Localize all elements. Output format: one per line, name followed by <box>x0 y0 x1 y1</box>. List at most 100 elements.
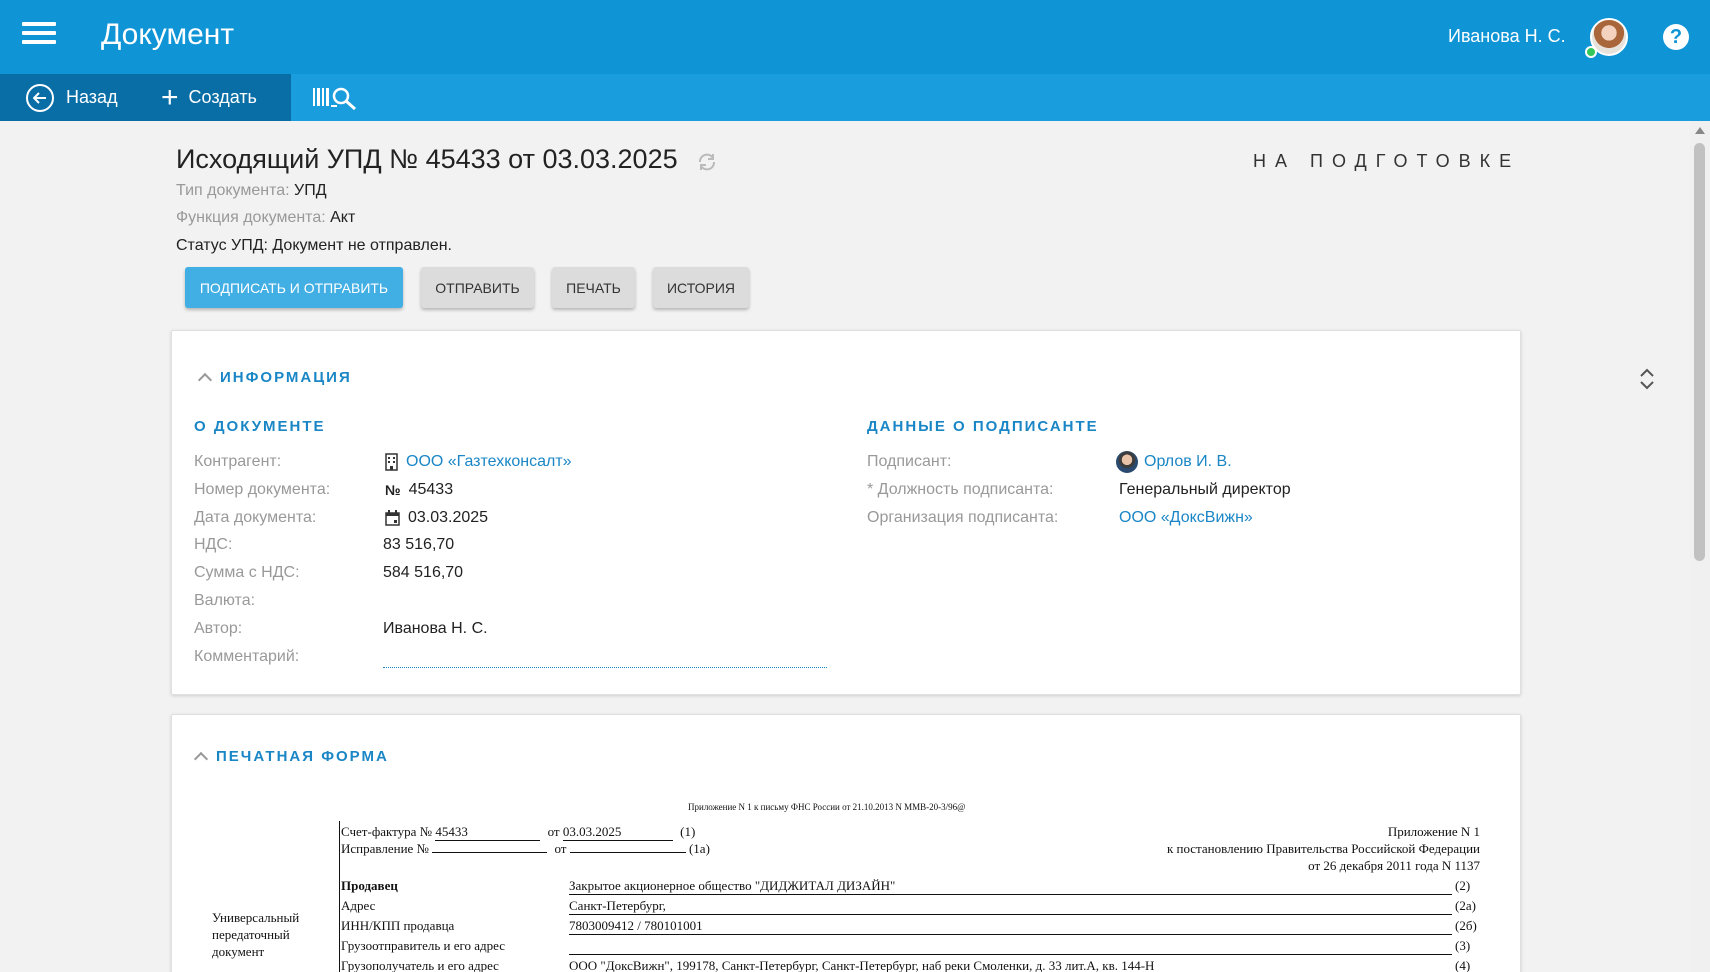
doc-number-label: Номер документа: <box>194 481 331 498</box>
doc-type-row: Тип документа: УПД <box>176 182 327 200</box>
consignee-code: (4) <box>1455 958 1471 972</box>
calendar-icon <box>385 510 400 526</box>
number-sign-icon: № <box>385 482 401 498</box>
upd-label-1: Универсальный <box>212 910 300 925</box>
upd-status: Статус УПД: Документ не отправлен. <box>176 237 452 254</box>
signer-avatar <box>1116 451 1138 473</box>
vat-label: НДС: <box>194 536 233 553</box>
doc-date-label: Дата документа: <box>194 509 317 526</box>
sign-and-send-button[interactable]: Подписать и отправить <box>185 267 403 308</box>
sum-value: 584 516,70 <box>383 564 464 581</box>
scroll-up-arrow-icon[interactable] <box>1695 127 1705 134</box>
counterparty-link[interactable]: ООО «Газтехконсалт» <box>406 453 572 471</box>
info-card: ИНФОРМАЦИЯ О ДОКУМЕНТЕ ДАННЫЕ О ПОДПИСАН… <box>171 330 1654 695</box>
online-status-icon <box>1585 46 1597 58</box>
invoice-number: 45433 <box>435 824 541 841</box>
doc-number-value: 45433 <box>408 481 454 498</box>
shipper-code: (3) <box>1455 938 1471 953</box>
app-title: Документ <box>101 18 235 51</box>
shipper-underline <box>569 954 1452 955</box>
plus-icon: + <box>161 80 179 114</box>
consignee-label: Грузополучатель и его адрес <box>341 958 499 972</box>
correction-from-label: от <box>554 841 567 856</box>
menu-icon[interactable] <box>22 22 56 48</box>
doc-type-value: УПД <box>294 182 327 199</box>
print-form-title: ПЕЧАТНАЯ ФОРМА <box>216 748 389 765</box>
create-label: Создать <box>188 87 257 107</box>
code-1: (1) <box>680 824 696 839</box>
signer-position-label: * Должность подписанта: <box>867 481 1054 498</box>
seller-label: Продавец <box>341 878 398 893</box>
toolbar: Назад + Создать <box>0 74 1710 121</box>
arrow-left-icon <box>26 83 54 112</box>
appendix-right-3: от 26 декабря 2011 года N 1137 <box>1308 858 1480 873</box>
seller-code: (2) <box>1455 878 1471 893</box>
correction-line: Исправление № от (1а) <box>341 841 710 857</box>
inn-label: ИНН/КПП продавца <box>341 918 455 933</box>
comment-input[interactable] <box>383 667 827 668</box>
signer-section-title: ДАННЫЕ О ПОДПИСАНТЕ <box>867 418 1099 435</box>
app-bar: Документ Иванова Н. С. ? <box>0 0 1710 74</box>
expand-collapse-icon[interactable] <box>1639 367 1655 391</box>
back-button[interactable]: Назад <box>26 74 118 121</box>
consignee-value: ООО "ДоксВижн", 199178, Санкт-Петербург,… <box>569 958 1155 972</box>
back-label: Назад <box>66 87 118 107</box>
doc-function-value: Акт <box>330 209 356 226</box>
signer-value-row: Орлов И. В. <box>1116 451 1232 473</box>
signer-org-label: Организация подписанта: <box>867 509 1059 526</box>
info-section-title: ИНФОРМАЦИЯ <box>220 369 352 386</box>
refresh-icon[interactable] <box>696 151 718 173</box>
comment-label: Комментарий: <box>194 648 300 665</box>
help-icon[interactable]: ? <box>1663 24 1689 50</box>
scroll-thumb[interactable] <box>1694 143 1705 561</box>
signer-position-value: Генеральный директор <box>1119 481 1291 498</box>
print-form-card: ПЕЧАТНАЯ ФОРМА Приложение N 1 к письму Ф… <box>171 714 1521 972</box>
invoice-from-label: от <box>547 824 560 839</box>
seller-underline <box>569 894 1452 895</box>
scrollbar[interactable] <box>1690 121 1710 972</box>
history-button[interactable]: История <box>653 267 749 308</box>
upd-label-3: документ <box>212 944 265 959</box>
info-section-toggle[interactable]: ИНФОРМАЦИЯ <box>197 369 352 388</box>
chevron-up-icon <box>197 372 213 388</box>
counterparty-label: Контрагент: <box>194 453 282 470</box>
doc-number-row: № 45433 <box>385 481 453 499</box>
code-1a: (1а) <box>688 841 710 856</box>
counterparty-value-row: ООО «Газтехконсалт» <box>385 453 572 471</box>
inn-underline <box>569 934 1452 935</box>
invoice-line: Счет-фактура № 45433 от 03.03.2025 (1) <box>341 824 695 841</box>
invoice-date: 03.03.2025 <box>562 824 673 841</box>
doc-date-value: 03.03.2025 <box>408 509 489 526</box>
inn-value: 7803009412 / 780101001 <box>569 918 703 933</box>
create-button[interactable]: + Создать <box>161 74 257 121</box>
sum-label: Сумма с НДС: <box>194 564 300 581</box>
address-label: Адрес <box>341 898 376 913</box>
print-form-section-toggle[interactable]: ПЕЧАТНАЯ ФОРМА <box>193 748 389 767</box>
print-button[interactable]: Печать <box>552 267 635 308</box>
signer-link[interactable]: Орлов И. В. <box>1144 453 1232 471</box>
signer-org-link[interactable]: ООО «ДоксВижн» <box>1119 509 1253 527</box>
appendix-right-1: Приложение N 1 <box>1387 824 1480 839</box>
doc-type-label: Тип документа: <box>176 182 290 199</box>
signer-label: Подписант: <box>867 453 952 470</box>
author-label: Автор: <box>194 620 243 637</box>
document-status: НА ПОДГОТОВКЕ <box>1253 151 1521 171</box>
shipper-label: Грузоотправитель и его адрес <box>341 938 506 953</box>
user-name[interactable]: Иванова Н. С. <box>1448 26 1566 47</box>
barcode-search-icon[interactable] <box>313 83 361 113</box>
form-vertical-divider <box>339 821 340 972</box>
invoice-label: Счет-фактура № <box>341 824 433 839</box>
doc-date-row: 03.03.2025 <box>385 509 488 527</box>
appendix-right-2: к постановлению Правительства Российской… <box>1166 841 1480 856</box>
chevron-up-icon <box>193 751 209 767</box>
vat-value: 83 516,70 <box>383 536 455 553</box>
upd-label-2: передаточный <box>212 927 290 942</box>
signer-org-row: ООО «ДоксВижн» <box>1119 509 1253 527</box>
send-button[interactable]: Отправить <box>421 267 534 308</box>
appendix-note: Приложение N 1 к письму ФНС России от 21… <box>688 802 966 812</box>
correction-number-blank <box>432 842 548 853</box>
doc-section-title: О ДОКУМЕНТЕ <box>194 418 326 435</box>
author-value: Иванова Н. С. <box>383 620 488 637</box>
address-value: Санкт-Петербург, <box>569 898 666 913</box>
doc-function-row: Функция документа: Акт <box>176 209 355 227</box>
